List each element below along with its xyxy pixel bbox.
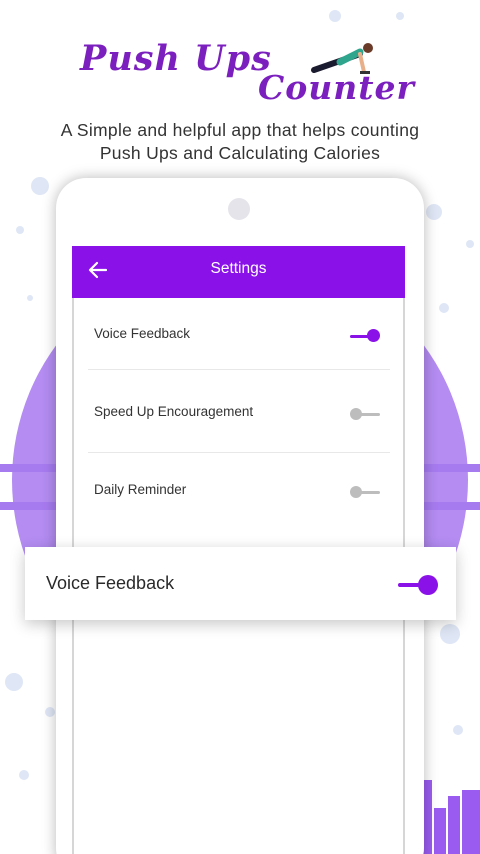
app-promo-header: Push Ups Counter A Simple and helpful ap… [0, 0, 480, 163]
setting-row-voice-feedback[interactable]: Voice Feedback [74, 298, 403, 376]
row-divider [88, 452, 390, 453]
app-title-line2: Counter [258, 68, 415, 107]
highlight-card-label: Voice Feedback [46, 573, 175, 593]
speed-up-encouragement-toggle[interactable] [350, 408, 380, 426]
appbar-title: Settings [210, 260, 267, 277]
daily-reminder-toggle[interactable] [350, 486, 380, 504]
settings-appbar: Settings [72, 246, 405, 298]
row-divider [88, 369, 390, 370]
setting-label: Voice Feedback [94, 326, 191, 341]
highlight-card-voice-feedback[interactable]: Voice Feedback [25, 547, 456, 620]
voice-feedback-toggle[interactable] [350, 329, 380, 348]
tagline-line1: A Simple and helpful app that helps coun… [60, 120, 420, 140]
setting-label: Speed Up Encouragement [94, 404, 254, 419]
setting-row-speed-up-encouragement[interactable]: Speed Up Encouragement [74, 376, 403, 454]
phone-camera-dot [228, 198, 250, 220]
highlight-voice-feedback-toggle[interactable] [398, 575, 438, 595]
setting-row-daily-reminder[interactable]: Daily Reminder [74, 454, 403, 532]
tagline: A Simple and helpful app that helps coun… [0, 119, 480, 165]
app-title-line1: Push Ups [80, 38, 272, 79]
tagline-line2: Push Ups and Calculating Calories [99, 143, 381, 163]
setting-label: Daily Reminder [94, 482, 187, 497]
